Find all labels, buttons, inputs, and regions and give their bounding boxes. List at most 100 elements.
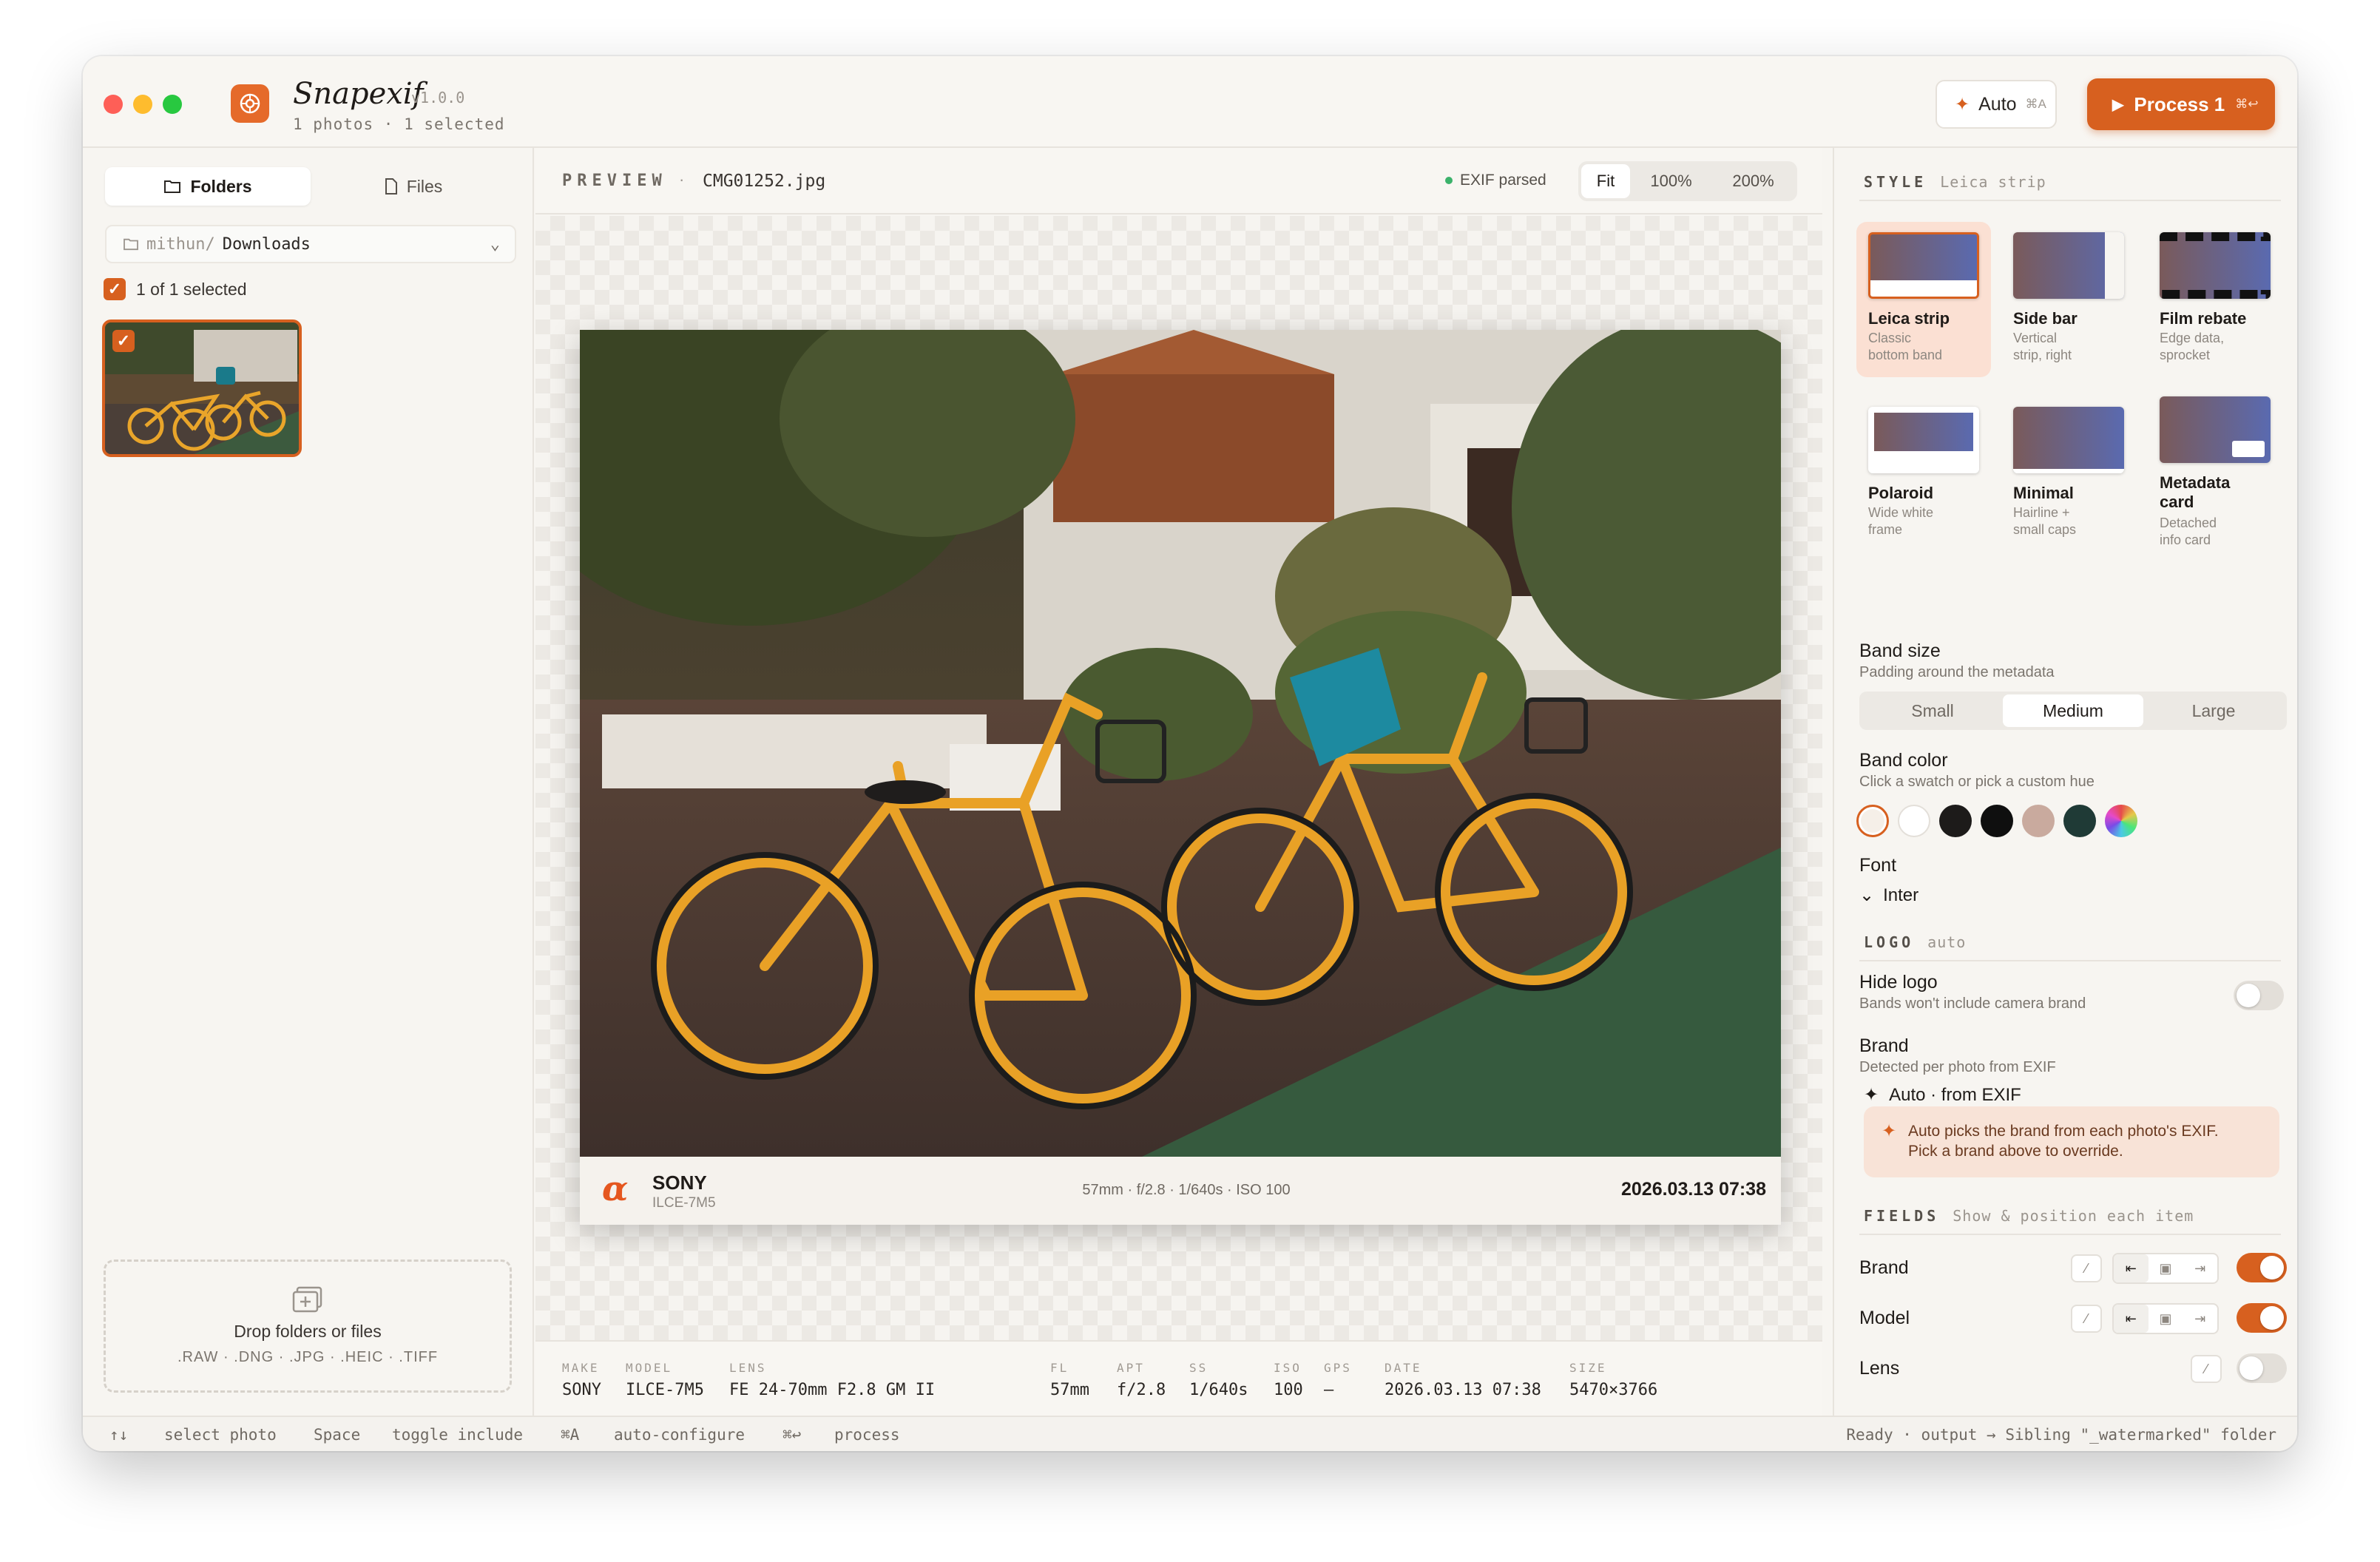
band-size-large[interactable]: Large [2143, 694, 2284, 727]
brand-value: Auto · from EXIF [1889, 1084, 2021, 1105]
edit-pencil-icon[interactable]: ⁄ [2071, 1305, 2102, 1333]
minimize-window-button[interactable] [133, 95, 152, 114]
swatch-green[interactable] [2063, 805, 2096, 837]
align-left-icon[interactable]: ⇤ [2114, 1254, 2149, 1282]
meta-focal-length: FL 57mm [1050, 1361, 1089, 1399]
shortcut-action: auto-configure [614, 1426, 746, 1444]
process-button-label: Process 1 [2134, 92, 2225, 115]
preview-filename: CMG01252.jpg [703, 172, 826, 191]
align-right-icon[interactable]: ⇥ [2183, 1305, 2217, 1333]
tab-folders[interactable]: Folders [105, 167, 311, 206]
close-window-button[interactable] [104, 95, 123, 114]
shortcut-key: ⌘↩ [782, 1426, 802, 1444]
style-side-bar[interactable]: Side bar Vertical strip, right [2001, 222, 2136, 377]
zoom-100-button[interactable]: 100% [1630, 164, 1712, 198]
font-select[interactable]: ⌄ Inter [1859, 885, 1918, 906]
process-button[interactable]: ▶ Process 1 ⌘↩ [2087, 78, 2275, 130]
position-control: ⇤ ▣ ⇥ [2112, 1303, 2219, 1334]
preview-header: PREVIEW · CMG01252.jpg EXIF parsed Fit 1… [535, 148, 1822, 214]
logo-section-header: LOGO auto [1864, 933, 1967, 951]
band-settings: 57mm · f/2.8 · 1/640s · ISO 100 [1082, 1182, 1291, 1198]
style-current: Leica strip [1940, 173, 2046, 191]
band-size-medium[interactable]: Medium [2003, 694, 2143, 727]
meta-make: MAKE SONY [562, 1361, 601, 1399]
select-all-checkbox[interactable]: ✓ [104, 278, 126, 300]
select-all-row[interactable]: ✓ 1 of 1 selected [104, 278, 247, 300]
brand-label: Brand [1859, 1035, 1909, 1056]
field-model-toggle[interactable] [2237, 1303, 2287, 1333]
tab-folders-label: Folders [190, 176, 252, 196]
source-tabs: Folders Files [105, 167, 516, 206]
auto-button[interactable]: ✦ Auto ⌘A [1936, 80, 2057, 129]
brand-select[interactable]: ✦ Auto · from EXIF [1864, 1084, 2021, 1106]
folder-icon [164, 180, 181, 193]
preview-canvas[interactable]: α SONY ILCE-7M5 57mm · f/2.8 · 1/640s · … [535, 216, 1822, 1340]
brand-sub: Detected per photo from EXIF [1859, 1059, 2056, 1075]
style-thumb [1868, 232, 1979, 299]
status-dot-icon [1445, 177, 1453, 184]
band-date: 2026.03.13 07:38 [1620, 1179, 1766, 1200]
drop-zone[interactable]: Drop folders or files .RAW · .DNG · .JPG… [104, 1260, 512, 1393]
swatch-black[interactable] [1981, 805, 2013, 837]
position-control: ⇤ ▣ ⇥ [2112, 1253, 2219, 1284]
field-brand-toggle[interactable] [2237, 1253, 2287, 1282]
style-thumb [2013, 407, 2124, 473]
style-minimal[interactable]: Minimal Hairline + small caps [2001, 396, 2136, 552]
swatch-charcoal[interactable] [1939, 805, 1972, 837]
meta-iso: ISO 100 [1274, 1361, 1303, 1399]
band-brand: SONY [652, 1172, 707, 1194]
swatch-rose[interactable] [2022, 805, 2055, 837]
meta-model: MODEL ILCE-7M5 [626, 1361, 704, 1399]
custom-hue-picker[interactable] [2105, 805, 2137, 837]
band-size-small[interactable]: Small [1862, 694, 2003, 727]
photo-thumbnail[interactable]: ✓ [102, 320, 302, 457]
selection-count: 1 of 1 selected [136, 279, 247, 299]
drop-formats: .RAW · .DNG · .JPG · .HEIC · .TIFF [177, 1349, 439, 1365]
hide-logo-toggle[interactable] [2234, 981, 2284, 1010]
swatch-cream[interactable] [1856, 805, 1889, 837]
shortcut-action: process [834, 1426, 900, 1444]
drop-title: Drop folders or files [234, 1322, 382, 1341]
fields-section-header: FIELDS Show & position each item [1864, 1207, 2194, 1225]
path-prefix: mithun/ [146, 234, 215, 254]
style-leica-strip[interactable]: Leica strip Classic bottom band [1856, 222, 1991, 377]
watermarked-photo: α SONY ILCE-7M5 57mm · f/2.8 · 1/640s · … [580, 330, 1781, 1225]
sidebar: Folders Files mithun/ Downloads ⌄ ✓ 1 of… [83, 148, 534, 1416]
align-right-icon[interactable]: ⇥ [2183, 1254, 2217, 1282]
folder-path-select[interactable]: mithun/ Downloads ⌄ [105, 225, 516, 263]
zoom-200-button[interactable]: 200% [1712, 164, 1794, 198]
style-metadata-card[interactable]: Metadata card Detached info card [2148, 396, 2282, 567]
swatch-white[interactable] [1898, 805, 1930, 837]
meta-size: SIZE 5470×3766 [1569, 1361, 1658, 1399]
chevron-down-icon: ⌄ [1859, 885, 1875, 905]
font-label: Font [1859, 855, 1897, 876]
field-lens-toggle[interactable] [2237, 1353, 2287, 1383]
auto-button-label: Auto [1978, 93, 2017, 115]
edit-pencil-icon[interactable]: ⁄ [2071, 1254, 2102, 1282]
align-center-icon[interactable]: ▣ [2149, 1305, 2183, 1333]
align-center-icon[interactable]: ▣ [2149, 1254, 2183, 1282]
style-thumb [2160, 232, 2271, 299]
sparkle-icon: ✦ [1882, 1121, 1897, 1141]
settings-panel: STYLE Leica strip Leica strip Classic bot… [1833, 148, 2297, 1416]
font-value: Inter [1883, 885, 1919, 905]
photo-include-checkbox[interactable]: ✓ [112, 330, 135, 352]
play-icon: ▶ [2112, 96, 2124, 113]
align-left-icon[interactable]: ⇤ [2114, 1305, 2149, 1333]
style-film-rebate[interactable]: Film rebate Edge data, sprocket [2148, 222, 2282, 377]
brand-logo: α [602, 1169, 629, 1208]
hide-logo-sub: Bands won't include camera brand [1859, 995, 2086, 1012]
meta-gps: GPS — [1324, 1361, 1352, 1399]
zoom-window-button[interactable] [163, 95, 182, 114]
edit-pencil-icon[interactable]: ⁄ [2191, 1355, 2222, 1383]
zoom-fit-button[interactable]: Fit [1581, 164, 1630, 198]
app-window: Snapexif v1.0.0 1 photos · 1 selected ✦ … [83, 56, 2297, 1451]
logo-sub: auto [1927, 933, 1967, 951]
tab-files[interactable]: Files [311, 167, 516, 206]
tab-files-label: Files [406, 176, 443, 196]
hide-logo-label: Hide logo [1859, 972, 1938, 993]
shortcut-action: toggle include [392, 1426, 524, 1444]
meta-lens: LENS FE 24-70mm F2.8 GM II [729, 1361, 936, 1399]
style-polaroid[interactable]: Polaroid Wide white frame [1856, 396, 1991, 552]
band-size-control: Small Medium Large [1859, 692, 2287, 730]
